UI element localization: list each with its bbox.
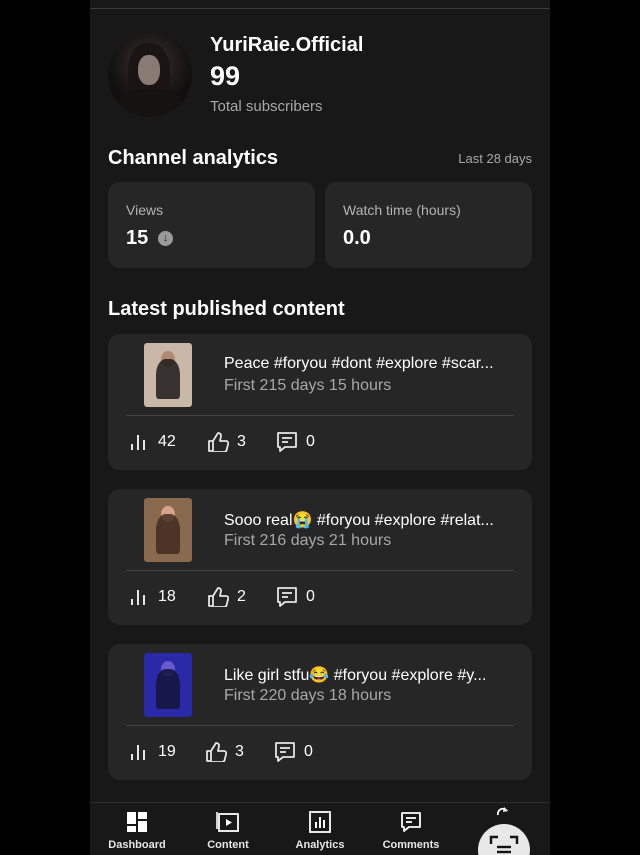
thumbnail-figure xyxy=(156,359,180,399)
comment-icon xyxy=(275,742,295,762)
avatar-face xyxy=(138,55,160,85)
views-card[interactable]: Views 15 ↓ xyxy=(108,182,315,268)
card-divider xyxy=(126,570,514,571)
nav-content[interactable]: Content xyxy=(190,811,266,851)
nav-dashboard-label: Dashboard xyxy=(108,839,166,851)
views-count: 42 xyxy=(158,433,176,450)
views-label: Views xyxy=(126,202,164,218)
thumbs-up-icon xyxy=(208,432,229,452)
views-count: 19 xyxy=(158,743,176,760)
studio-app: YuriRaie.Official 99 Total subscribers C… xyxy=(90,0,550,855)
video-title[interactable]: Sooo real😭 #foryou #explore #relat... xyxy=(224,510,519,530)
card-divider xyxy=(126,415,514,416)
watch-time-value: 0.0 xyxy=(343,227,371,249)
avatar-body xyxy=(118,89,182,117)
watch-time-card[interactable]: Watch time (hours) 0.0 xyxy=(325,182,532,268)
likes-metric: 2 xyxy=(207,586,246,608)
video-thumbnail[interactable] xyxy=(144,343,192,407)
views-bar-icon xyxy=(131,435,145,450)
subscriber-count: 99 xyxy=(210,61,241,91)
views-metric: 19 xyxy=(130,741,176,763)
nav-content-label: Content xyxy=(207,839,249,851)
video-card[interactable]: Peace #foryou #dont #explore #scar... Fi… xyxy=(108,334,532,470)
dashboard-icon xyxy=(127,812,147,832)
views-metric: 42 xyxy=(130,431,176,453)
comments-count: 0 xyxy=(304,743,313,760)
card-divider xyxy=(126,725,514,726)
thumbs-up-icon xyxy=(208,587,229,607)
likes-count: 3 xyxy=(235,743,244,760)
subscriber-label: Total subscribers xyxy=(210,98,323,115)
top-divider xyxy=(90,8,550,9)
avatar[interactable] xyxy=(108,33,192,117)
video-title[interactable]: Like girl stfu😂 #foryou #explore #y... xyxy=(224,665,519,685)
video-subtitle: First 220 days 18 hours xyxy=(224,687,392,704)
nav-dashboard[interactable]: Dashboard xyxy=(99,811,175,851)
video-thumbnail[interactable] xyxy=(144,653,192,717)
watch-time-label: Watch time (hours) xyxy=(343,202,461,218)
nav-analytics-label: Analytics xyxy=(295,839,345,851)
video-subtitle: First 216 days 21 hours xyxy=(224,532,392,549)
comment-icon xyxy=(277,432,297,452)
video-title[interactable]: Peace #foryou #dont #explore #scar... xyxy=(224,355,519,373)
nav-comments-label: Comments xyxy=(382,839,440,851)
thumbnail-figure xyxy=(156,669,180,709)
video-subtitle: First 215 days 15 hours xyxy=(224,377,392,394)
date-range[interactable]: Last 28 days xyxy=(458,151,532,166)
video-thumbnail[interactable] xyxy=(144,498,192,562)
channel-analytics-title: Channel analytics xyxy=(108,147,279,169)
comments-metric: 0 xyxy=(276,586,315,608)
comments-count: 0 xyxy=(306,433,315,450)
video-card[interactable]: Like girl stfu😂 #foryou #explore #y... F… xyxy=(108,644,532,780)
views-value: 15 xyxy=(126,227,149,249)
likes-count: 3 xyxy=(237,433,246,450)
comments-icon xyxy=(401,812,421,832)
views-bar-icon xyxy=(131,745,145,760)
likes-metric: 3 xyxy=(205,741,244,763)
comments-metric: 0 xyxy=(274,741,313,763)
content-icon xyxy=(216,812,239,832)
channel-name[interactable]: YuriRaie.Official xyxy=(210,34,363,57)
thumbnail-figure xyxy=(156,514,180,554)
latest-content-title: Latest published content xyxy=(108,298,345,320)
comments-metric: 0 xyxy=(276,431,315,453)
likes-metric: 3 xyxy=(207,431,246,453)
views-count: 18 xyxy=(158,588,176,605)
analytics-icon xyxy=(309,811,331,833)
views-metric: 18 xyxy=(130,586,176,608)
nav-analytics[interactable]: Analytics xyxy=(282,811,358,851)
refresh-icon xyxy=(496,807,508,816)
scan-icon xyxy=(489,835,519,854)
nav-comments[interactable]: Comments xyxy=(373,811,449,851)
comment-icon xyxy=(277,587,297,607)
video-card[interactable]: Sooo real😭 #foryou #explore #relat... Fi… xyxy=(108,489,532,625)
likes-count: 2 xyxy=(237,588,246,605)
channel-header: YuriRaie.Official 99 Total subscribers xyxy=(108,33,538,123)
views-bar-icon xyxy=(131,590,145,605)
thumbs-up-icon xyxy=(206,742,227,762)
comments-count: 0 xyxy=(306,588,315,605)
down-arrow-icon: ↓ xyxy=(158,231,173,246)
